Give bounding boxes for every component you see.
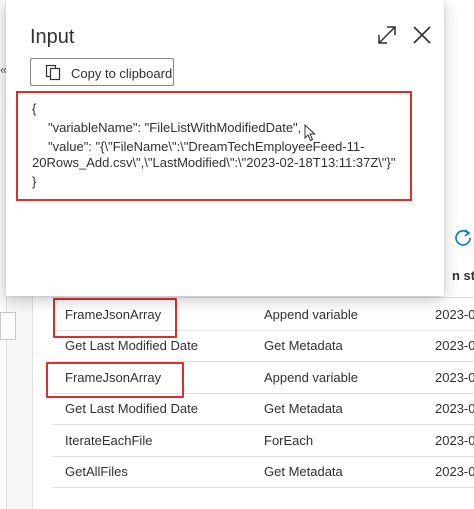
activity-type-cell: Append variable	[264, 307, 358, 322]
splitter-handle[interactable]	[0, 312, 16, 340]
input-panel: Input Copy to clipboard { "variableName"…	[6, 0, 444, 296]
activity-name-cell[interactable]: Get Last Modified Date	[65, 338, 198, 353]
table-row[interactable]: GetAllFiles Get Metadata 2023-0	[52, 456, 474, 488]
mouse-pointer-icon	[304, 124, 316, 142]
close-icon[interactable]	[411, 24, 433, 46]
json-line: {	[32, 101, 37, 116]
run-start-cell: 2023-0	[435, 401, 474, 416]
json-line: 20Rows_Add.csv\",\"LastModified\":\"2023…	[32, 155, 396, 170]
run-start-cell: 2023-0	[435, 307, 474, 322]
copy-button-label: Copy to clipboard	[71, 66, 173, 81]
activity-type-cell: Append variable	[264, 370, 358, 385]
activity-type-cell: Get Metadata	[264, 464, 343, 479]
activity-type-cell: ForEach	[264, 433, 314, 448]
activity-type-cell: Get Metadata	[264, 401, 343, 416]
json-line: }	[32, 174, 37, 189]
activity-name-cell[interactable]: GetAllFiles	[65, 464, 128, 479]
activity-type-cell: Get Metadata	[264, 338, 343, 353]
copy-to-clipboard-button[interactable]: Copy to clipboard	[30, 58, 174, 86]
run-start-cell: 2023-0	[435, 338, 474, 353]
refresh-icon[interactable]	[452, 227, 474, 249]
run-start-cell: 2023-0	[435, 433, 474, 448]
run-start-column-header[interactable]: n sta	[452, 268, 474, 283]
json-line: "value": "{\"FileName\":\"DreamTechEmplo…	[48, 139, 365, 154]
table-row[interactable]: IterateEachFile ForEach 2023-0	[52, 425, 474, 457]
table-row[interactable]: Get Last Modified Date Get Metadata 2023-0	[52, 330, 474, 362]
activity-name-cell[interactable]: IterateEachFile	[65, 433, 152, 448]
activity-name-cell[interactable]: Get Last Modified Date	[65, 401, 198, 416]
run-start-cell: 2023-0	[435, 370, 474, 385]
copy-icon	[45, 64, 61, 81]
run-start-cell: 2023-0	[435, 464, 474, 479]
expand-icon[interactable]	[376, 24, 398, 46]
json-line: "variableName": "FileListWithModifiedDat…	[48, 120, 302, 135]
panel-title: Input	[30, 26, 75, 48]
table-row[interactable]: Get Last Modified Date Get Metadata 2023-0	[52, 393, 474, 425]
